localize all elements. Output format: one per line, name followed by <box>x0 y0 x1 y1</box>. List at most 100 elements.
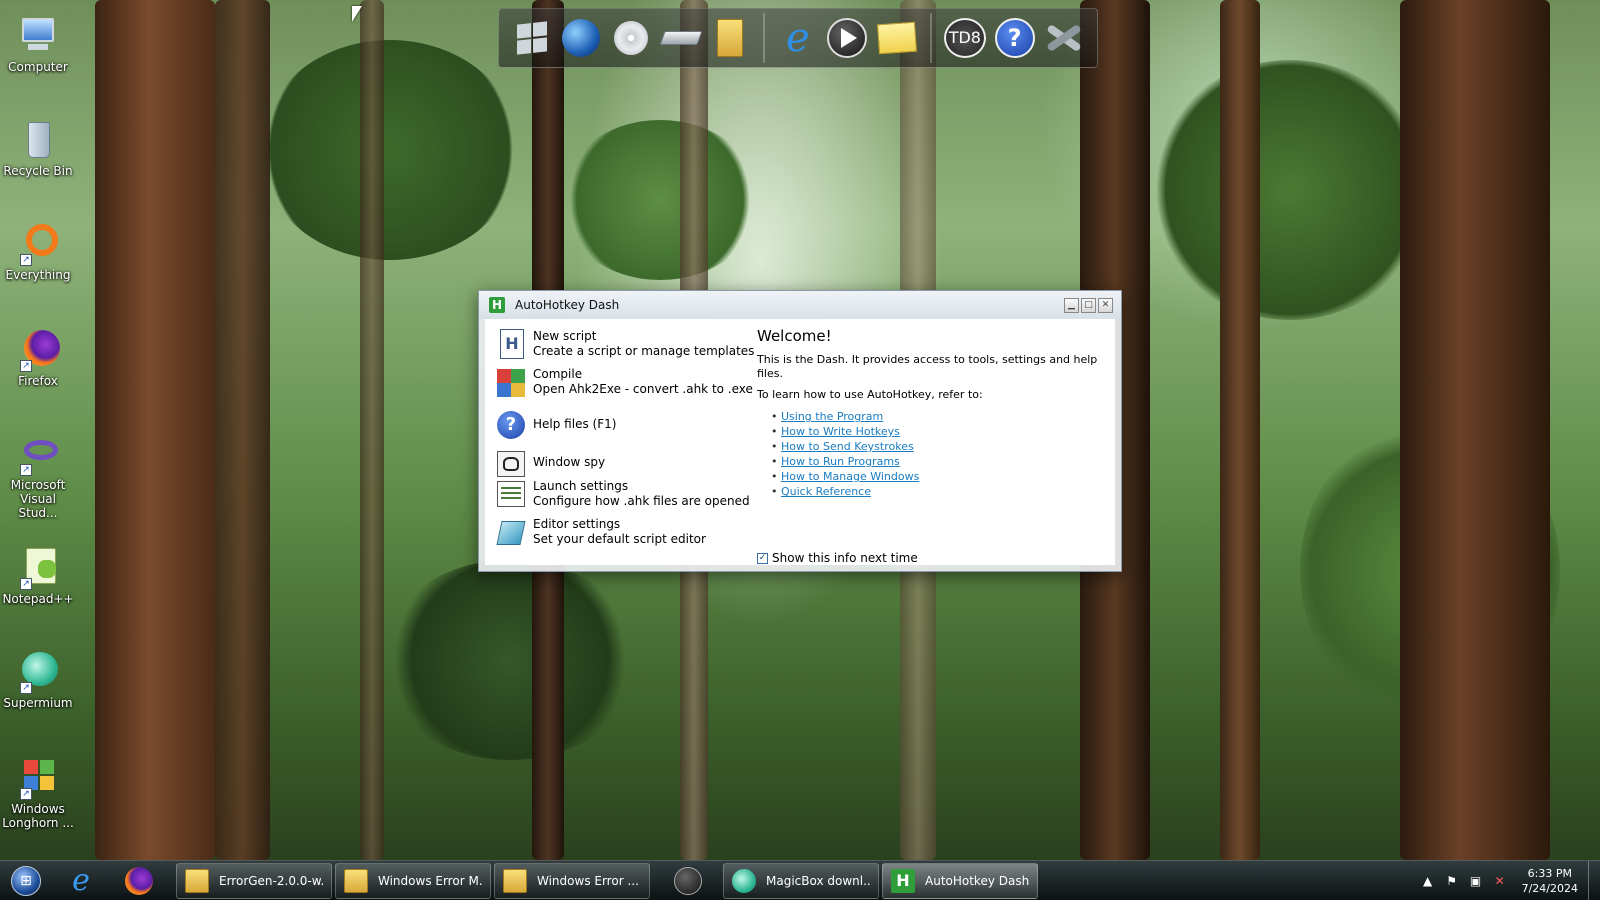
show-hidden-icons-icon[interactable]: ▲ <box>1418 871 1438 891</box>
link-quick-reference[interactable]: Quick Reference <box>781 485 871 498</box>
tool-launch-settings[interactable]: Launch settings Configure how .ahk files… <box>497 479 750 509</box>
tool-compile[interactable]: Compile Open Ahk2Exe - convert .ahk to .… <box>497 367 753 397</box>
autohotkey-icon: H <box>489 297 505 313</box>
internet-explorer-icon[interactable]: e <box>777 17 819 59</box>
network-icon[interactable]: ▣ <box>1466 871 1486 891</box>
hard-drive-icon[interactable] <box>659 17 703 59</box>
pinned-firefox[interactable] <box>110 863 168 899</box>
clock[interactable]: 6:33 PM 7/24/2024 <box>1522 866 1578 896</box>
td8-icon[interactable]: TD8 <box>943 17 986 59</box>
visual-studio-icon: ↗ <box>16 432 60 476</box>
welcome-heading: Welcome! <box>757 327 832 345</box>
taskbar-button-errorgen[interactable]: ErrorGen-2.0.0-w... <box>176 862 332 899</box>
window-client-area: H New script Create a script or manage t… <box>485 319 1115 565</box>
cd-drive-icon[interactable] <box>610 17 652 59</box>
link-run-programs[interactable]: How to Run Programs <box>781 455 900 468</box>
compile-icon <box>497 367 527 397</box>
tools-icon[interactable] <box>1043 17 1085 59</box>
media-player-icon[interactable] <box>827 17 869 59</box>
everything-icon: ↗ <box>16 222 60 266</box>
tool-window-spy[interactable]: Window spy <box>497 449 605 479</box>
taskbar-button-magicbox[interactable]: MagicBox downl... <box>723 862 879 899</box>
taskbar-button-autohotkey-dash[interactable]: H AutoHotkey Dash <box>882 862 1038 899</box>
taskbar: ⊞ e ErrorGen-2.0.0-w... Windows Error M.… <box>0 860 1600 900</box>
show-info-checkbox[interactable]: ✓ <box>757 552 768 564</box>
show-info-label: Show this info next time <box>772 551 918 565</box>
dock-separator <box>763 13 766 63</box>
list-item: How to Send Keystrokes <box>771 439 1117 454</box>
desktop-icon-windows-longhorn[interactable]: ↗ Windows Longhorn ... <box>2 756 74 830</box>
shortcut-arrow-icon: ↗ <box>20 682 32 694</box>
desktop-icon-notepadpp[interactable]: ↗ Notepad++ <box>2 546 74 606</box>
minimize-button[interactable]: ▁ <box>1064 297 1079 313</box>
launch-settings-icon <box>497 479 527 509</box>
clock-date: 7/24/2024 <box>1521 882 1578 895</box>
windows-flag-icon[interactable] <box>511 17 553 59</box>
folder-icon <box>185 868 209 893</box>
pinned-internet-explorer[interactable]: e <box>52 863 110 899</box>
list-item: How to Run Programs <box>771 454 1117 469</box>
media-player-icon <box>674 866 702 895</box>
shortcut-arrow-icon: ↗ <box>20 578 32 590</box>
editor-settings-icon <box>496 517 527 547</box>
welcome-intro: This is the Dash. It provides access to … <box>757 353 1098 380</box>
close-button[interactable]: ✕ <box>1098 297 1113 313</box>
internet-explorer-icon: e <box>72 862 90 898</box>
new-script-icon: H <box>497 329 527 359</box>
folder-icon[interactable] <box>709 17 751 59</box>
taskbar-button-media[interactable] <box>653 863 723 899</box>
desktop-icon-computer[interactable]: Computer <box>2 14 74 74</box>
link-using-the-program[interactable]: Using the Program <box>781 410 883 423</box>
taskbar-button-windows-error[interactable]: Windows Error ... <box>494 862 650 899</box>
folder-icon <box>344 868 368 893</box>
shortcut-arrow-icon: ↗ <box>20 788 32 800</box>
show-desktop-button[interactable] <box>1588 861 1600 900</box>
help-icon[interactable]: ? <box>994 17 1036 59</box>
clock-time: 6:33 PM <box>1527 867 1572 880</box>
sticky-note-icon[interactable] <box>876 17 918 59</box>
mouse-cursor-icon <box>352 6 362 22</box>
shortcut-arrow-icon: ↗ <box>20 464 32 476</box>
welcome-panel: Welcome! This is the Dash. It provides a… <box>757 327 1117 499</box>
welcome-learn: To learn how to use AutoHotkey, refer to… <box>757 388 983 401</box>
tool-help-files[interactable]: ? Help files (F1) <box>497 411 616 441</box>
link-send-keystrokes[interactable]: How to Send Keystrokes <box>781 440 914 453</box>
shortcut-arrow-icon: ↗ <box>20 254 32 266</box>
title-bar[interactable]: H AutoHotkey Dash ▁ □ ✕ <box>479 291 1121 319</box>
firefox-icon <box>125 866 153 895</box>
desktop-icon-firefox[interactable]: ↗ Firefox <box>2 328 74 388</box>
action-center-flag-icon[interactable]: ⚑ <box>1442 871 1462 891</box>
taskbar-button-windows-error-m[interactable]: Windows Error M... <box>335 862 491 899</box>
list-item: Using the Program <box>771 409 1117 424</box>
link-manage-windows[interactable]: How to Manage Windows <box>781 470 919 483</box>
desktop-icon-recycle-bin[interactable]: Recycle Bin <box>2 118 74 178</box>
help-links: Using the Program How to Write Hotkeys H… <box>757 409 1117 499</box>
list-item: How to Write Hotkeys <box>771 424 1117 439</box>
start-button[interactable]: ⊞ <box>0 861 52 900</box>
firefox-icon: ↗ <box>16 328 60 372</box>
show-info-option[interactable]: ✓ Show this info next time <box>757 551 918 565</box>
supermium-icon <box>732 868 756 893</box>
tool-editor-settings[interactable]: Editor settings Set your default script … <box>496 517 706 547</box>
link-write-hotkeys[interactable]: How to Write Hotkeys <box>781 425 900 438</box>
recycle-bin-icon <box>16 118 60 162</box>
dock-separator <box>929 13 932 63</box>
window-title: AutoHotkey Dash <box>515 298 620 312</box>
windows-longhorn-icon: ↗ <box>16 756 60 800</box>
list-item: Quick Reference <box>771 484 1117 499</box>
desktop-icon-visual-studio[interactable]: ↗ Microsoft Visual Stud... <box>2 432 74 520</box>
list-item: How to Manage Windows <box>771 469 1117 484</box>
volume-muted-icon[interactable]: ✕ <box>1490 871 1510 891</box>
globe-icon[interactable] <box>561 17 603 59</box>
desktop-icon-everything[interactable]: ↗ Everything <box>2 222 74 282</box>
top-dock: e TD8 ? <box>498 8 1098 68</box>
computer-icon <box>16 14 60 58</box>
supermium-icon: ↗ <box>16 650 60 694</box>
help-icon: ? <box>497 411 527 441</box>
desktop-icon-supermium[interactable]: ↗ Supermium <box>2 650 74 710</box>
windows-logo-icon: ⊞ <box>11 865 41 896</box>
window-spy-icon <box>497 449 527 479</box>
tool-new-script[interactable]: H New script Create a script or manage t… <box>497 329 754 359</box>
notepadpp-icon: ↗ <box>16 546 60 590</box>
maximize-button[interactable]: □ <box>1081 297 1096 313</box>
